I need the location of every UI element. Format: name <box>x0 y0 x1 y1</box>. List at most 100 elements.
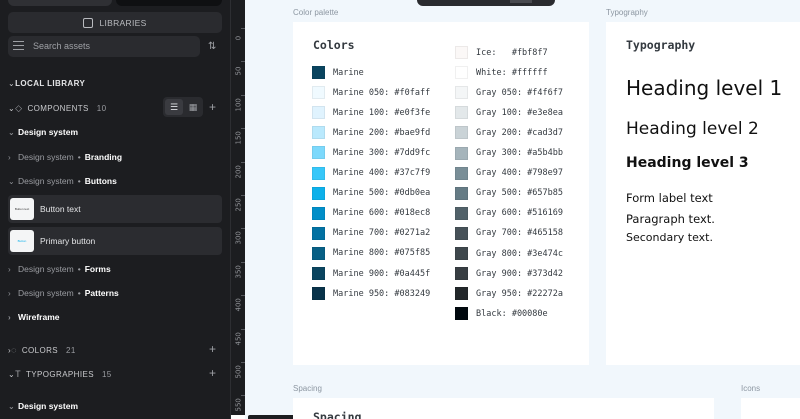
group-forms[interactable]: › Design system • Forms <box>8 264 111 274</box>
colors-header[interactable]: › ◌ COLORS 21 <box>8 345 76 355</box>
view-mode-toggle: ☰ ▦ <box>163 97 203 117</box>
colors-title: Colors <box>313 38 355 52</box>
color-palette-board[interactable]: Colors Marine Marine 050: #f0faff Marine 1… <box>293 22 589 365</box>
sort-icon[interactable]: ⇅ <box>208 41 216 52</box>
color-swatch-row[interactable]: Marine 900: #0a445f <box>312 267 430 280</box>
color-swatch-row[interactable]: Marine 500: #0db0ea <box>312 186 430 200</box>
typography-group-design-system[interactable]: ⌄ Design system <box>8 401 78 411</box>
ruler-tick: 400 <box>232 295 245 312</box>
group-design-system[interactable]: ⌄ Design system <box>8 127 78 137</box>
group-branding[interactable]: › Design system • Branding <box>8 152 122 162</box>
ruler-tick: 150 <box>232 128 245 145</box>
spacing-title: Spacing <box>313 410 362 419</box>
color-swatch-row[interactable]: Marine 950: #083249 <box>312 287 430 301</box>
color-swatch-row[interactable]: Gray 400: #798e97 <box>455 166 563 180</box>
color-swatch-row[interactable]: Gray 200: #cad3d7 <box>455 126 563 140</box>
components-header[interactable]: ⌄ ◇ COMPONENTS 10 <box>8 103 106 114</box>
group-prefix: Design system <box>18 288 74 298</box>
components-count: 10 <box>96 104 107 113</box>
color-palette-board-label[interactable]: Color palette <box>293 8 338 17</box>
color-swatch-row[interactable]: Gray 050: #f4f6f7 <box>455 86 563 100</box>
libraries-button[interactable]: LIBRARIES <box>8 12 222 33</box>
heading-level-1-sample: Heading level 1 <box>626 76 783 100</box>
color-swatch-row[interactable]: Gray 900: #373d42 <box>455 267 563 281</box>
group-wireframe[interactable]: › Wireframe <box>8 312 60 322</box>
color-swatch-row[interactable]: Gray 500: #657b85 <box>455 186 563 200</box>
color-swatch-row[interactable]: Marine 050: #f0faff <box>312 86 430 100</box>
list-view-icon[interactable]: ☰ <box>165 99 183 115</box>
components-label: COMPONENTS <box>27 104 89 113</box>
ruler-tick: 0 <box>232 28 245 42</box>
layers-tab-remnant[interactable] <box>8 0 112 6</box>
ruler-tick-label: 400 <box>234 298 243 312</box>
chevron-down-icon: ⌄ <box>8 369 16 379</box>
color-swatch-row[interactable]: Gray 700: #465158 <box>455 226 563 240</box>
typographies-label: TYPOGRAPHIES <box>26 369 94 379</box>
color-swatch-row[interactable]: Marine 700: #0271a2 <box>312 226 430 240</box>
color-swatch-row[interactable]: Black: #00080e <box>455 307 548 321</box>
add-color-icon[interactable]: + <box>209 342 216 356</box>
color-swatch-row[interactable]: Marine 800: #075f85 <box>312 246 431 260</box>
color-swatch <box>455 186 468 200</box>
color-swatch-row[interactable]: Marine 100: #e0f3fe <box>312 106 431 120</box>
canvas-toolbar-remnant[interactable] <box>417 0 555 6</box>
color-swatch-label: Gray 700: #465158 <box>476 228 563 239</box>
ruler-tick-label: 450 <box>234 331 243 346</box>
color-swatch-row[interactable]: White: #ffffff <box>455 66 548 80</box>
color-swatch <box>455 46 468 59</box>
color-swatch-row[interactable]: Gray 100: #e3e8ea <box>455 106 563 120</box>
color-swatch-label: Gray 800: #3e474c <box>476 248 563 259</box>
color-swatch <box>455 226 468 240</box>
grid-view-icon[interactable]: ▦ <box>184 99 202 115</box>
typography-board-label[interactable]: Typography <box>606 8 648 17</box>
ruler-tick-label: 350 <box>234 264 243 279</box>
color-swatch <box>312 246 325 260</box>
color-swatch-label: Black: #00080e <box>476 308 548 319</box>
color-swatch <box>455 86 468 100</box>
assets-tab-remnant[interactable] <box>116 0 222 6</box>
group-label: Design system <box>18 127 78 137</box>
component-button-text[interactable]: Button text Button text <box>8 195 222 223</box>
color-swatch <box>312 86 325 100</box>
canvas-bottom-handle <box>248 415 296 419</box>
typographies-header[interactable]: ⌄ T TYPOGRAPHIES 15 <box>8 369 112 379</box>
color-swatch-label: Marine 100: #e0f3fe <box>333 107 431 118</box>
group-label: Patterns <box>84 288 119 298</box>
color-swatch-row[interactable]: Marine 300: #7dd9fc <box>312 146 431 160</box>
color-swatch-label: Ice: #fbf8f7 <box>476 47 548 58</box>
search-assets-box[interactable]: Search assets <box>8 36 200 57</box>
color-swatch-row[interactable]: Gray 950: #22272a <box>455 287 563 301</box>
ruler-tick-label: 300 <box>234 231 243 245</box>
text-icon: T <box>15 369 22 379</box>
libraries-label: LIBRARIES <box>99 17 147 28</box>
color-swatch-row[interactable]: Gray 300: #a5b4bb <box>455 146 563 160</box>
color-swatch-row[interactable]: Marine <box>312 66 364 79</box>
group-patterns[interactable]: › Design system • Patterns <box>8 288 119 298</box>
color-swatch <box>312 66 325 79</box>
ruler-tick: 350 <box>232 261 245 279</box>
color-swatch <box>455 66 468 80</box>
color-swatch-row[interactable]: Marine 400: #37c7f9 <box>312 166 430 180</box>
filter-menu-icon[interactable] <box>13 41 24 52</box>
group-buttons[interactable]: ⌄ Design system • Buttons <box>8 176 117 186</box>
color-swatch-label: Marine 300: #7dd9fc <box>333 147 431 158</box>
spacing-board[interactable]: Spacing <box>293 398 714 419</box>
search-assets-input[interactable]: Search assets <box>33 41 90 51</box>
spacing-board-label[interactable]: Spacing <box>293 384 322 393</box>
color-swatch-row[interactable]: Marine 600: #018ec8 <box>312 206 430 220</box>
color-swatch-label: Marine 800: #075f85 <box>333 248 431 259</box>
chevron-down-icon: ⌄ <box>8 127 15 137</box>
icons-board-label[interactable]: Icons <box>741 384 760 393</box>
icons-board[interactable] <box>741 398 800 419</box>
add-typography-icon[interactable]: + <box>209 366 216 380</box>
component-primary-button[interactable]: Button Primary button <box>8 227 222 255</box>
color-swatch-row[interactable]: Ice: #fbf8f7 <box>455 46 548 59</box>
typography-board[interactable]: Typography Heading level 1 Heading level… <box>606 22 800 365</box>
add-component-icon[interactable]: + <box>209 100 216 114</box>
color-swatch-row[interactable]: Gray 800: #3e474c <box>455 247 563 260</box>
color-swatch-row[interactable]: Marine 200: #bae9fd <box>312 126 430 140</box>
local-library-header[interactable]: ⌄ LOCAL LIBRARY <box>8 79 85 88</box>
group-prefix: Design system <box>18 264 74 274</box>
color-swatch <box>312 106 325 120</box>
color-swatch-row[interactable]: Gray 600: #516169 <box>455 206 563 220</box>
